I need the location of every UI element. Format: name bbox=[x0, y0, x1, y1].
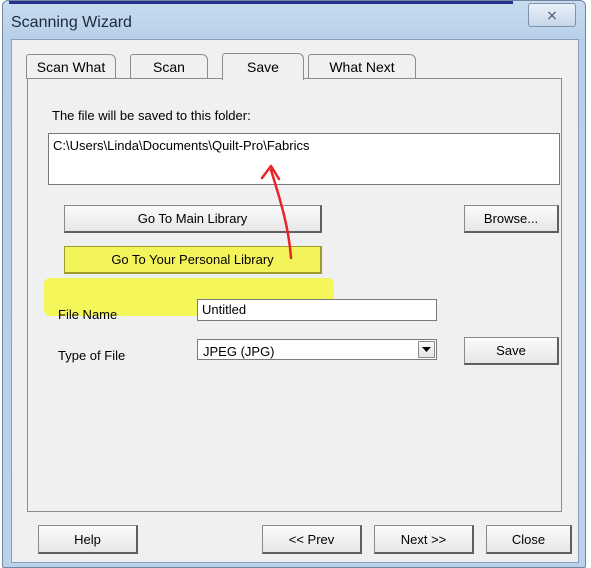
next-button[interactable]: Next >> bbox=[374, 525, 474, 554]
close-icon: ⨯ bbox=[546, 6, 558, 23]
tab-label: Scan bbox=[153, 59, 185, 75]
prev-button[interactable]: << Prev bbox=[262, 525, 362, 554]
file-type-select[interactable]: JPEG (JPG) bbox=[197, 339, 437, 360]
window-title: Scanning Wizard bbox=[11, 14, 132, 31]
file-type-value: JPEG (JPG) bbox=[203, 344, 275, 359]
file-name-input[interactable]: Untitled bbox=[197, 299, 437, 321]
file-type-label: Type of File bbox=[58, 348, 126, 363]
help-button[interactable]: Help bbox=[38, 525, 138, 554]
dropdown-arrow-icon[interactable] bbox=[418, 341, 435, 358]
tab-label: Scan What bbox=[36, 59, 106, 75]
save-button[interactable]: Save bbox=[464, 337, 559, 365]
tab-what-next[interactable]: What Next bbox=[308, 54, 416, 79]
folder-label: The file will be saved to this folder: bbox=[52, 108, 251, 123]
tab-scan[interactable]: Scan bbox=[130, 54, 208, 79]
window-close-button[interactable]: ⨯ bbox=[528, 3, 576, 27]
tab-scan-what[interactable]: Scan What bbox=[26, 54, 116, 79]
tab-label: What Next bbox=[329, 59, 395, 75]
folder-path-field[interactable]: C:\Users\Linda\Documents\Quilt-Pro\Fabri… bbox=[48, 133, 560, 185]
file-name-label: File Name bbox=[58, 307, 118, 322]
tab-save[interactable]: Save bbox=[222, 53, 304, 80]
browse-button[interactable]: Browse... bbox=[464, 205, 559, 233]
go-to-main-library-button[interactable]: Go To Main Library bbox=[64, 205, 322, 233]
go-to-personal-library-button[interactable]: Go To Your Personal Library bbox=[64, 246, 322, 274]
title-accent-line bbox=[9, 1, 513, 4]
scanning-wizard-window: Scanning Wizard ⨯ Scan What Scan Save Wh… bbox=[2, 0, 586, 568]
close-button[interactable]: Close bbox=[486, 525, 572, 554]
tab-label: Save bbox=[247, 59, 279, 75]
dialog-client-area: Scan What Scan Save What Next The file w… bbox=[11, 39, 579, 563]
